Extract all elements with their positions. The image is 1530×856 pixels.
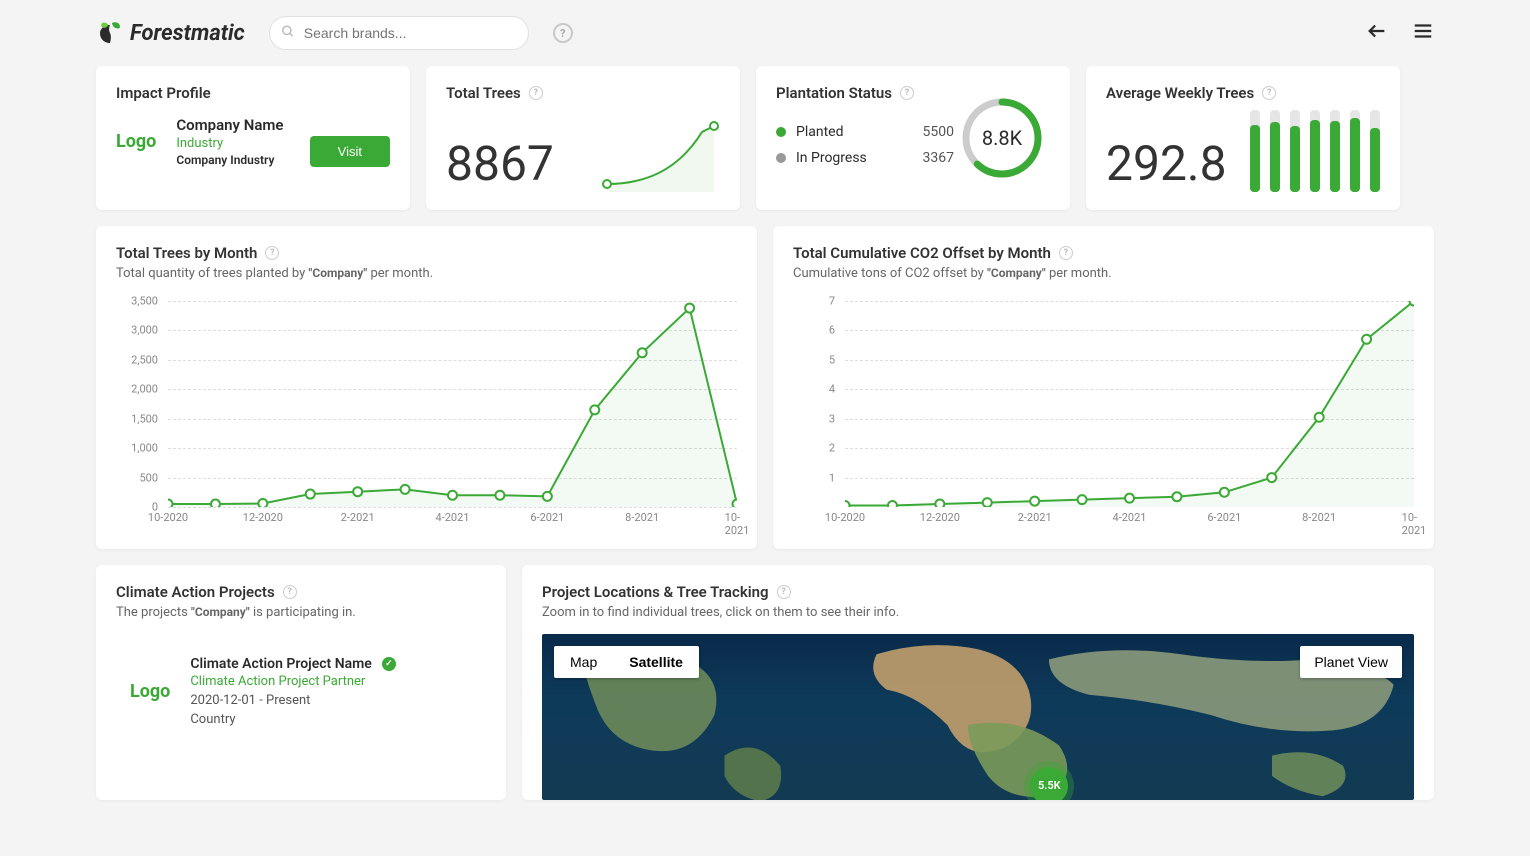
project-item[interactable]: Logo Climate Action Project Name ✓ Clima… (116, 638, 486, 745)
menu-icon[interactable] (1412, 20, 1434, 46)
avg-weekly-value: 292.8 (1106, 135, 1227, 192)
inprogress-row: In Progress 3367 (776, 150, 954, 166)
avg-weekly-title: Average Weekly Trees (1106, 84, 1254, 102)
chart1-title: Total Trees by Month (116, 244, 257, 262)
leaf-icon (96, 19, 124, 47)
satellite-button[interactable]: Satellite (613, 646, 699, 678)
help-icon[interactable]: ? (283, 585, 297, 599)
weekly-bar (1250, 110, 1260, 192)
avg-weekly-card: Average Weekly Trees ? 292.8 (1086, 66, 1400, 210)
chart1-plot: 05001,0001,5002,0002,5003,0003,50010-202… (116, 301, 737, 531)
chart2-subtitle: Cumulative tons of CO2 offset by "Compan… (793, 266, 1414, 281)
back-icon[interactable] (1366, 20, 1388, 46)
search-icon (281, 24, 295, 43)
weekly-bar (1350, 110, 1360, 192)
help-icon[interactable]: ? (777, 585, 791, 599)
impact-title: Impact Profile (116, 84, 390, 102)
project-logo: Logo (130, 681, 170, 702)
help-icon[interactable]: ? (1059, 246, 1073, 260)
planted-value: 5500 (923, 124, 954, 140)
search-input[interactable] (269, 16, 529, 50)
total-trees-card: Total Trees ? 8867 (426, 66, 740, 210)
help-icon[interactable]: ? (900, 86, 914, 100)
industry-label: Industry (176, 136, 283, 151)
sparkline-chart (602, 118, 720, 192)
help-icon[interactable]: ? (553, 23, 573, 43)
map-title: Project Locations & Tree Tracking (542, 583, 769, 601)
project-country: Country (190, 712, 396, 727)
company-name: Company Name (176, 116, 283, 134)
total-trees-value: 8867 (446, 135, 554, 192)
map-type-toggle: Map Satellite (554, 646, 699, 678)
dot-icon (776, 127, 786, 137)
weekly-bar (1290, 110, 1300, 192)
company-logo: Logo (116, 131, 156, 152)
donut-chart: 8.8K (959, 95, 1045, 181)
weekly-bar (1270, 110, 1280, 192)
project-name: Climate Action Project Name (190, 656, 372, 672)
map-button[interactable]: Map (554, 646, 613, 678)
donut-label: 8.8K (959, 95, 1045, 181)
impact-profile-card: Impact Profile Logo Company Name Industr… (96, 66, 410, 210)
planted-label: Planted (796, 124, 843, 140)
header: Forestmatic ? (0, 0, 1530, 66)
map-marker[interactable]: 5.5K (1030, 767, 1068, 800)
visit-button[interactable]: Visit (310, 136, 390, 167)
company-industry: Company Industry (176, 153, 283, 167)
projects-title: Climate Action Projects (116, 583, 275, 601)
verified-icon: ✓ (382, 657, 396, 671)
planet-view-button[interactable]: Planet View (1300, 646, 1402, 678)
inprogress-label: In Progress (796, 150, 867, 166)
inprogress-value: 3367 (923, 150, 954, 166)
chart2-plot: 123456710-202012-20202-20214-20216-20218… (793, 301, 1414, 531)
map-canvas[interactable]: Map Satellite Planet View 5.5K (542, 634, 1414, 800)
chart2-title: Total Cumulative CO2 Offset by Month (793, 244, 1051, 262)
weekly-bar (1310, 110, 1320, 192)
total-trees-title: Total Trees (446, 84, 521, 102)
weekly-bar (1330, 110, 1340, 192)
projects-subtitle: The projects "Company" is participating … (116, 605, 486, 620)
climate-projects-card: Climate Action Projects ? The projects "… (96, 565, 506, 800)
project-dates: 2020-12-01 - Present (190, 693, 396, 708)
help-icon[interactable]: ? (529, 86, 543, 100)
brand-logo[interactable]: Forestmatic (96, 19, 245, 47)
co2-by-month-card: Total Cumulative CO2 Offset by Month ? C… (773, 226, 1434, 549)
map-card: Project Locations & Tree Tracking ? Zoom… (522, 565, 1434, 800)
weekly-bar (1370, 110, 1380, 192)
help-icon[interactable]: ? (1262, 86, 1276, 100)
dot-icon (776, 153, 786, 163)
brand-name: Forestmatic (130, 21, 245, 46)
search-wrap (269, 16, 529, 50)
help-icon[interactable]: ? (265, 246, 279, 260)
project-partner: Climate Action Project Partner (190, 674, 396, 689)
plantation-title: Plantation Status (776, 84, 892, 102)
plantation-status-card: Plantation Status ? Planted 5500 In Prog… (756, 66, 1070, 210)
map-subtitle: Zoom in to find individual trees, click … (542, 605, 1414, 620)
weekly-bars (1250, 110, 1380, 192)
trees-by-month-card: Total Trees by Month ? Total quantity of… (96, 226, 757, 549)
planted-row: Planted 5500 (776, 124, 954, 140)
chart1-subtitle: Total quantity of trees planted by "Comp… (116, 266, 737, 281)
